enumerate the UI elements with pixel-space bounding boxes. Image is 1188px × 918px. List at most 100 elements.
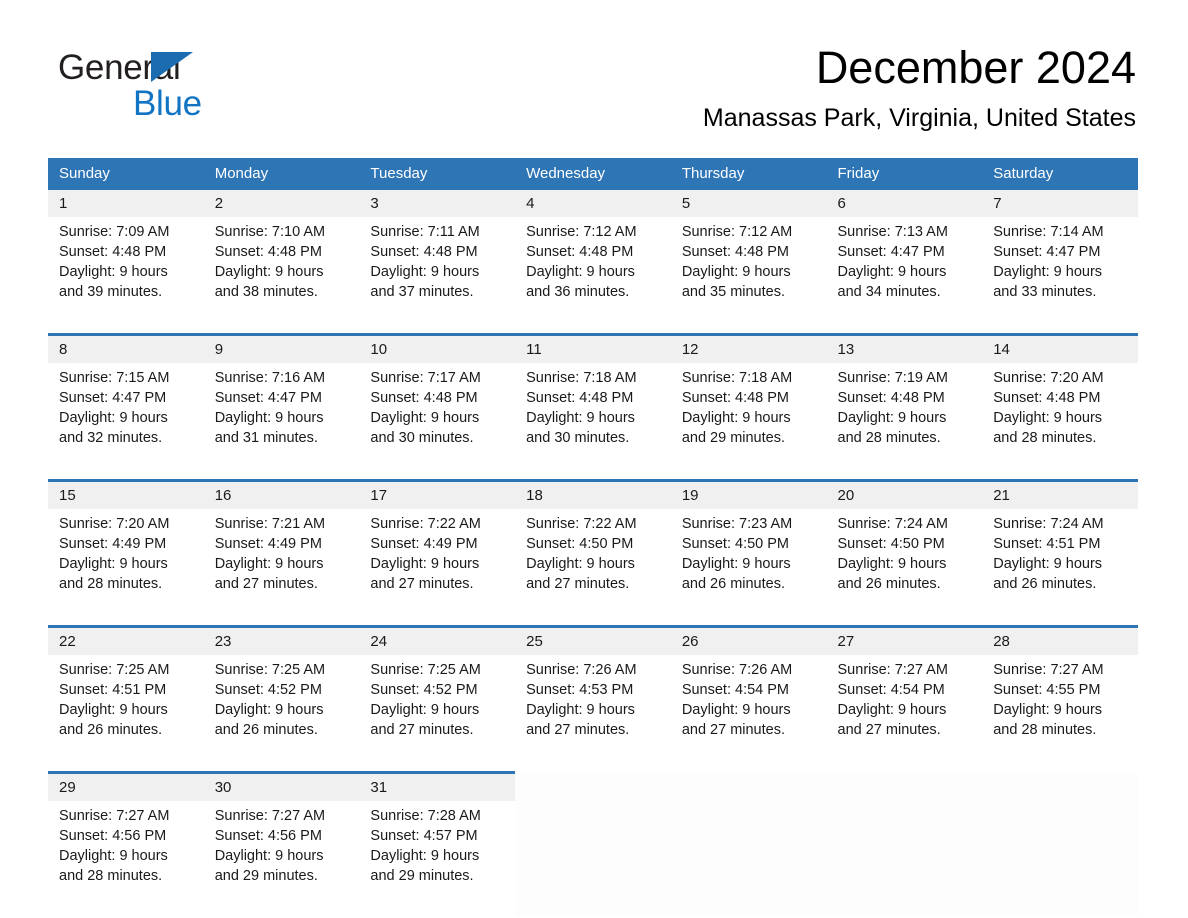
day-cell[interactable]: Sunrise: 7:23 AM Sunset: 4:50 PM Dayligh…	[670, 509, 827, 627]
daylight-text-line2: and 31 minutes.	[214, 430, 318, 446]
day-cell[interactable]: Sunrise: 7:25 AM Sunset: 4:52 PM Dayligh…	[203, 655, 360, 773]
sunrise-text: Sunrise: 7:28 AM	[370, 808, 481, 824]
day-number[interactable]: 21	[982, 479, 1138, 509]
day-number[interactable]: 27	[826, 625, 983, 655]
day-cell[interactable]: Sunrise: 7:27 AM Sunset: 4:55 PM Dayligh…	[982, 655, 1138, 773]
day-number[interactable]: 10	[359, 333, 516, 363]
daylight-text-line2: and 33 minutes.	[993, 284, 1097, 300]
sunrise-text: Sunrise: 7:13 AM	[837, 224, 948, 240]
day-number[interactable]: 5	[670, 190, 827, 217]
sunset-text: Sunset: 4:52 PM	[370, 682, 478, 698]
sunrise-text: Sunrise: 7:27 AM	[993, 662, 1104, 678]
empty-day-cell	[826, 801, 983, 917]
day-cell[interactable]: Sunrise: 7:12 AM Sunset: 4:48 PM Dayligh…	[515, 217, 671, 335]
day-number[interactable]: 28	[982, 625, 1138, 655]
day-number[interactable]: 8	[48, 333, 204, 363]
day-number[interactable]: 14	[982, 333, 1138, 363]
day-number[interactable]: 9	[203, 333, 360, 363]
day-cell[interactable]: Sunrise: 7:19 AM Sunset: 4:48 PM Dayligh…	[826, 363, 983, 481]
sunset-text: Sunset: 4:48 PM	[370, 390, 478, 406]
day-number[interactable]: 12	[670, 333, 827, 363]
day-cell[interactable]: Sunrise: 7:27 AM Sunset: 4:56 PM Dayligh…	[203, 801, 360, 917]
weekday-header-wednesday: Wednesday	[515, 158, 671, 190]
day-number[interactable]: 23	[203, 625, 360, 655]
sunrise-text: Sunrise: 7:22 AM	[370, 516, 481, 532]
day-cell[interactable]: Sunrise: 7:11 AM Sunset: 4:48 PM Dayligh…	[359, 217, 516, 335]
day-number[interactable]: 26	[670, 625, 827, 655]
week-4-details: Sunrise: 7:25 AM Sunset: 4:51 PM Dayligh…	[48, 655, 1138, 773]
week-4-daynumbers: 22 23 24 25 26 27 28	[48, 625, 1138, 655]
sunset-text: Sunset: 4:47 PM	[837, 244, 945, 260]
day-cell[interactable]: Sunrise: 7:22 AM Sunset: 4:49 PM Dayligh…	[359, 509, 516, 627]
sunset-text: Sunset: 4:54 PM	[681, 682, 790, 698]
day-cell[interactable]: Sunrise: 7:12 AM Sunset: 4:48 PM Dayligh…	[670, 217, 827, 335]
sunrise-text: Sunrise: 7:25 AM	[214, 662, 326, 678]
day-number[interactable]: 17	[359, 479, 516, 509]
day-cell[interactable]: Sunrise: 7:17 AM Sunset: 4:48 PM Dayligh…	[359, 363, 516, 481]
day-number[interactable]: 18	[515, 479, 671, 509]
sunrise-text: Sunrise: 7:26 AM	[526, 662, 637, 678]
sunrise-text: Sunrise: 7:12 AM	[526, 224, 637, 240]
day-number[interactable]: 30	[203, 771, 360, 801]
sunrise-text: Sunrise: 7:12 AM	[681, 224, 793, 240]
sunset-text: Sunset: 4:50 PM	[837, 536, 945, 552]
title-block: December 2024 Manassas Park, Virginia, U…	[703, 42, 1136, 133]
day-cell[interactable]: Sunrise: 7:18 AM Sunset: 4:48 PM Dayligh…	[515, 363, 671, 481]
day-number[interactable]: 22	[48, 625, 204, 655]
weekday-header-thursday: Thursday	[670, 158, 827, 190]
day-cell[interactable]: Sunrise: 7:24 AM Sunset: 4:51 PM Dayligh…	[982, 509, 1138, 627]
calendar-page: General Blue December 2024 Manassas Park…	[0, 0, 1188, 918]
day-cell[interactable]: Sunrise: 7:14 AM Sunset: 4:47 PM Dayligh…	[982, 217, 1138, 335]
day-number[interactable]: 16	[203, 479, 360, 509]
sunset-text: Sunset: 4:56 PM	[214, 828, 322, 844]
empty-day-number	[826, 772, 983, 801]
sunrise-text: Sunrise: 7:27 AM	[214, 808, 326, 824]
day-cell[interactable]: Sunrise: 7:28 AM Sunset: 4:57 PM Dayligh…	[359, 801, 516, 917]
day-cell[interactable]: Sunrise: 7:21 AM Sunset: 4:49 PM Dayligh…	[203, 509, 360, 627]
day-cell[interactable]: Sunrise: 7:24 AM Sunset: 4:50 PM Dayligh…	[826, 509, 983, 627]
day-cell[interactable]: Sunrise: 7:26 AM Sunset: 4:54 PM Dayligh…	[670, 655, 827, 773]
day-cell[interactable]: Sunrise: 7:09 AM Sunset: 4:48 PM Dayligh…	[48, 217, 204, 335]
day-number[interactable]: 31	[359, 771, 516, 801]
day-cell[interactable]: Sunrise: 7:15 AM Sunset: 4:47 PM Dayligh…	[48, 363, 204, 481]
day-cell[interactable]: Sunrise: 7:27 AM Sunset: 4:56 PM Dayligh…	[48, 801, 204, 917]
day-number[interactable]: 11	[515, 333, 671, 363]
day-number[interactable]: 7	[982, 190, 1138, 217]
daylight-text-line1: Daylight: 9 hours	[370, 848, 480, 864]
day-cell[interactable]: Sunrise: 7:26 AM Sunset: 4:53 PM Dayligh…	[515, 655, 671, 773]
daylight-text-line2: and 38 minutes.	[214, 284, 318, 300]
day-number[interactable]: 1	[48, 190, 204, 217]
day-cell[interactable]: Sunrise: 7:18 AM Sunset: 4:48 PM Dayligh…	[670, 363, 827, 481]
day-cell[interactable]: Sunrise: 7:20 AM Sunset: 4:48 PM Dayligh…	[982, 363, 1138, 481]
day-number[interactable]: 2	[203, 190, 360, 217]
day-cell[interactable]: Sunrise: 7:25 AM Sunset: 4:51 PM Dayligh…	[48, 655, 204, 773]
day-number[interactable]: 15	[48, 479, 204, 509]
day-number[interactable]: 20	[826, 479, 983, 509]
day-number[interactable]: 4	[515, 190, 671, 217]
day-cell[interactable]: Sunrise: 7:10 AM Sunset: 4:48 PM Dayligh…	[203, 217, 360, 335]
day-cell[interactable]: Sunrise: 7:16 AM Sunset: 4:47 PM Dayligh…	[203, 363, 360, 481]
day-number[interactable]: 25	[515, 625, 671, 655]
day-number[interactable]: 29	[48, 771, 204, 801]
day-cell[interactable]: Sunrise: 7:22 AM Sunset: 4:50 PM Dayligh…	[515, 509, 671, 627]
daylight-text-line2: and 27 minutes.	[214, 576, 318, 592]
day-number[interactable]: 6	[826, 190, 983, 217]
sunset-text: Sunset: 4:51 PM	[59, 682, 167, 698]
sunrise-text: Sunrise: 7:26 AM	[681, 662, 793, 678]
daylight-text-line1: Daylight: 9 hours	[214, 264, 324, 280]
day-number[interactable]: 3	[359, 190, 516, 217]
daylight-text-line1: Daylight: 9 hours	[59, 848, 168, 864]
general-blue-logo[interactable]: General Blue	[58, 50, 248, 121]
day-cell[interactable]: Sunrise: 7:13 AM Sunset: 4:47 PM Dayligh…	[826, 217, 983, 335]
day-cell[interactable]: Sunrise: 7:25 AM Sunset: 4:52 PM Dayligh…	[359, 655, 516, 773]
week-3-daynumbers: 15 16 17 18 19 20 21	[48, 479, 1138, 509]
day-cell[interactable]: Sunrise: 7:20 AM Sunset: 4:49 PM Dayligh…	[48, 509, 204, 627]
day-number[interactable]: 19	[670, 479, 827, 509]
day-cell[interactable]: Sunrise: 7:27 AM Sunset: 4:54 PM Dayligh…	[826, 655, 983, 773]
daylight-text-line2: and 35 minutes.	[681, 284, 785, 300]
day-number[interactable]: 24	[359, 625, 516, 655]
sunrise-text: Sunrise: 7:09 AM	[59, 224, 170, 240]
daylight-text-line2: and 28 minutes.	[993, 430, 1097, 446]
day-number[interactable]: 13	[826, 333, 983, 363]
sunset-text: Sunset: 4:48 PM	[526, 244, 634, 260]
